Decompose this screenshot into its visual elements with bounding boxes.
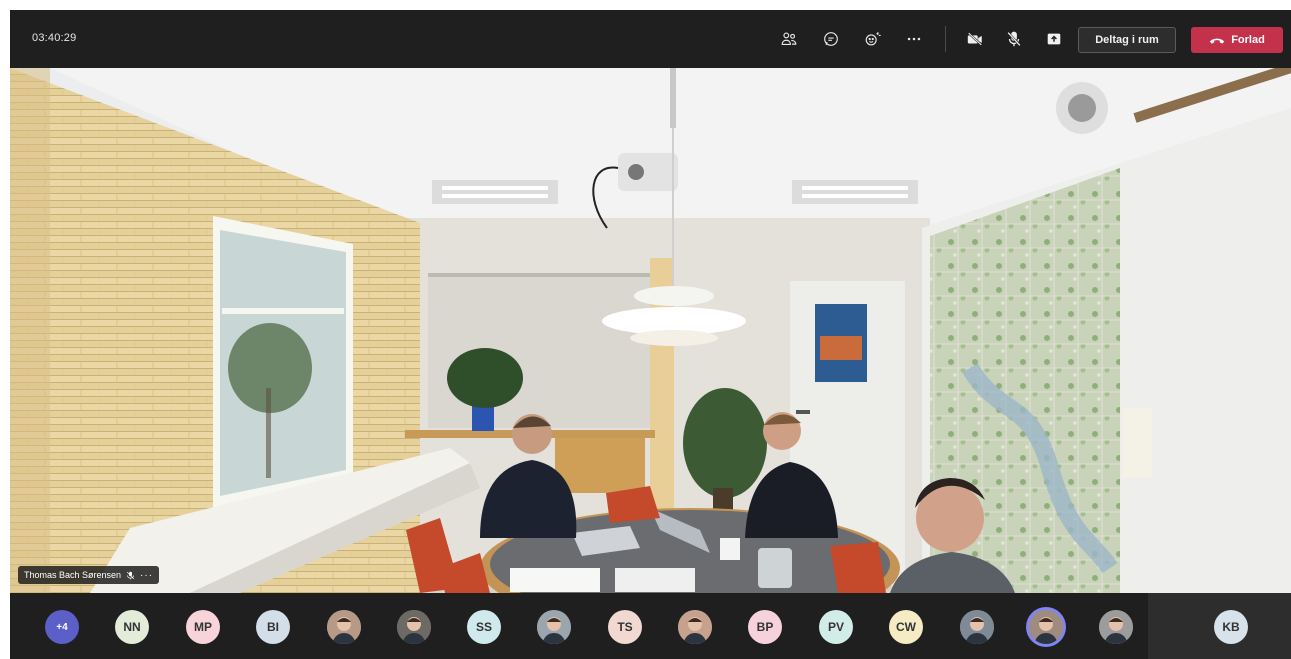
toolbar-divider <box>945 26 946 52</box>
participant-avatar-photo[interactable] <box>1029 610 1063 644</box>
participant-avatar-photo[interactable] <box>960 610 994 644</box>
people-icon[interactable] <box>778 28 800 50</box>
participant-avatar-initials[interactable]: TS <box>608 610 642 644</box>
conference-room-video <box>10 68 1291 593</box>
participant-avatar-photo[interactable] <box>1099 610 1133 644</box>
participant-avatar-photo[interactable] <box>327 610 361 644</box>
participant-avatar-photo[interactable] <box>537 610 571 644</box>
participant-avatar-initials[interactable]: BI <box>256 610 290 644</box>
avatar-photo <box>678 610 712 644</box>
avatar-photo <box>327 610 361 644</box>
meeting-top-bar: 03:40:29 Deltag i rum Forlad <box>10 10 1291 68</box>
participant-avatar-initials[interactable]: BP <box>748 610 782 644</box>
more-options-icon[interactable]: ··· <box>140 570 153 581</box>
join-room-button[interactable]: Deltag i rum <box>1078 27 1176 53</box>
chat-icon[interactable] <box>820 28 842 50</box>
participant-avatar-initials[interactable]: PV <box>819 610 853 644</box>
reactions-icon[interactable] <box>862 28 884 50</box>
participant-avatar-initials[interactable]: SS <box>467 610 501 644</box>
participant-avatar-photo[interactable] <box>678 610 712 644</box>
mic-off-icon <box>126 571 135 579</box>
avatar-photo <box>1029 610 1063 644</box>
avatar-photo <box>537 610 571 644</box>
participant-avatar-photo[interactable] <box>397 610 431 644</box>
participant-avatar-initials[interactable]: NN <box>115 610 149 644</box>
leave-button-label: Forlad <box>1231 34 1265 46</box>
participant-avatar-initials[interactable]: MP <box>186 610 220 644</box>
more-icon[interactable] <box>903 28 925 50</box>
avatar-photo <box>960 610 994 644</box>
participant-strip: +4 NN MP BI SS TS BP PV CW KB <box>10 593 1291 659</box>
meeting-timer: 03:40:29 <box>32 32 77 44</box>
speaker-name-tag: Thomas Bach Sørensen ··· <box>18 566 160 584</box>
participant-avatar-initials[interactable]: CW <box>889 610 923 644</box>
phone-hangup-icon <box>1209 38 1225 44</box>
mic-off-icon[interactable] <box>1003 28 1025 50</box>
avatar-photo <box>1099 610 1133 644</box>
leave-button[interactable]: Forlad <box>1191 27 1283 53</box>
more-participants-badge[interactable]: +4 <box>45 610 79 644</box>
avatar-photo <box>397 610 431 644</box>
teams-meeting-window: 03:40:29 Deltag i rum Forlad Thomas Bach… <box>10 10 1291 659</box>
share-icon[interactable] <box>1043 28 1065 50</box>
camera-off-icon[interactable] <box>964 28 986 50</box>
main-video-feed[interactable]: Thomas Bach Sørensen ··· <box>10 68 1291 593</box>
participant-avatar-initials[interactable]: KB <box>1214 610 1248 644</box>
speaker-name: Thomas Bach Sørensen <box>24 570 122 580</box>
